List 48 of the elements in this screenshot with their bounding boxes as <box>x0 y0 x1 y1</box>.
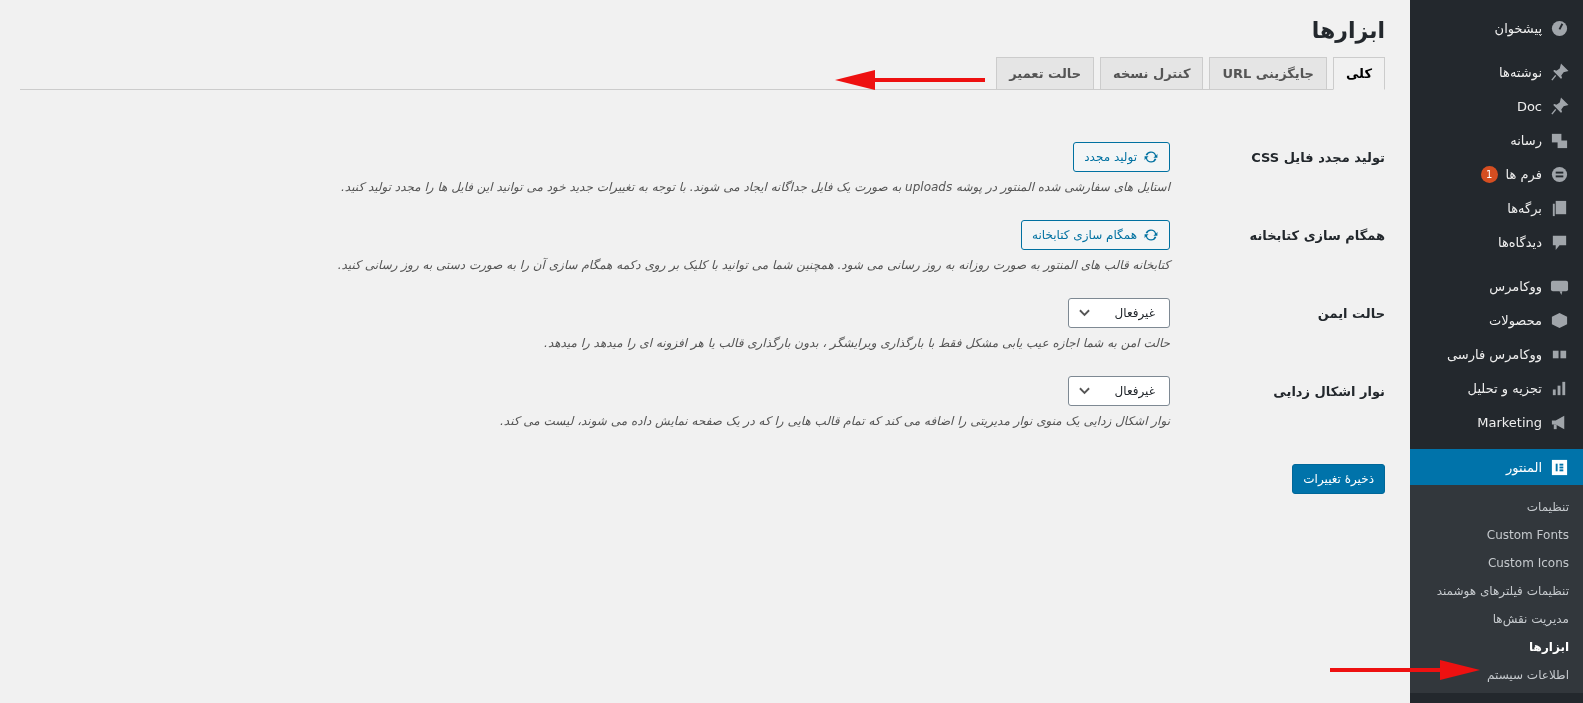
setting-description: نوار اشکال زدایی یک منوی نوار مدیریتی را اضافه می کند که تمام قالب هایی را که در یک صفحه نمایش داده می شوند، لیست می کند. <box>499 414 1170 428</box>
submenu-item[interactable]: ابزارها <box>1410 633 1583 661</box>
sidebar-menu-item[interactable]: رسانه <box>1410 123 1583 157</box>
tab[interactable]: حالت تعمیر <box>996 57 1094 90</box>
setting-label: نوار اشکال زدایی <box>1272 383 1385 401</box>
setting-label: تولید مجدد فایل CSS <box>1250 149 1385 167</box>
chevron-down-icon <box>1079 309 1090 317</box>
sidebar-menu-item[interactable]: Doc <box>1410 89 1583 123</box>
sidebar-menu-item[interactable]: نوشته‌ها <box>1410 55 1583 89</box>
sync-icon <box>1143 149 1159 165</box>
select-dropdown[interactable]: غیرفعال <box>1068 298 1170 328</box>
chevron-down-icon <box>1079 387 1090 395</box>
sidebar-menu-item[interactable]: ووکامرس <box>1410 269 1583 303</box>
sidebar-menu-item[interactable]: دیدگاه‌ها <box>1410 225 1583 259</box>
tab[interactable]: کنترل نسخه <box>1100 57 1204 90</box>
tab[interactable]: کلی <box>1332 57 1385 90</box>
action-button[interactable]: تولید مجدد <box>1073 142 1170 172</box>
submenu-item[interactable]: اطلاعات سیستم <box>1410 661 1583 689</box>
sync-icon <box>1143 227 1159 243</box>
pages-icon <box>1550 198 1569 218</box>
submenu-item[interactable]: مدیریت نقش‌ها <box>1410 605 1583 633</box>
select-dropdown[interactable]: غیرفعال <box>1068 376 1170 406</box>
sidebar-menu-item[interactable]: Marketing <box>1410 405 1583 439</box>
box-icon <box>1550 310 1569 330</box>
form-icon <box>1550 164 1569 184</box>
setting-description: استایل های سفارشی شده المنتور در پوشه uploads به صورت یک فایل جداگانه ایجاد می شوند. با توجه به تغییرات جدید خود می توانید این فایل ها را مجدد تولید کنید. <box>340 180 1170 194</box>
setting-description: کتابخانه قالب های المنتور به صورت روزانه به روز رسانی می شود. همچنین شما می توانید با کلیک بر روی دکمه همگام سازی آن را به صورت دستی به روز رسانی کنید. <box>336 258 1170 272</box>
setting-label: همگام سازی کتابخانه <box>1248 227 1385 246</box>
sidebar-menu-item[interactable]: تجزیه و تحلیل <box>1410 371 1583 405</box>
save-button[interactable]: ذخیرهٔ تغییرات <box>1292 464 1385 494</box>
submenu-item[interactable]: تنظیمات <box>1410 493 1583 521</box>
notification-count: 1 <box>1480 165 1498 183</box>
elementor-icon <box>1550 457 1569 477</box>
submenu-item[interactable]: Custom Fonts <box>1410 521 1583 549</box>
sidebar-menu-item[interactable]: محصولات <box>1410 303 1583 337</box>
gauge-icon <box>1550 18 1569 38</box>
tab[interactable]: جایگزینی URL <box>1209 57 1327 90</box>
setting-label: حالت ایمن <box>1316 305 1385 323</box>
sidebar-menu-item[interactable]: پیشخوان <box>1410 11 1583 45</box>
sidebar-menu-item[interactable]: ووکامرس فارسی <box>1410 337 1583 371</box>
submenu-item[interactable]: Custom Icons <box>1410 549 1583 577</box>
setting-description: حالت امن به شما اجازه عیب یابی مشکل فقط با بارگذاری ویرایشگر ، بدون بارگذاری قالب یا هر افزونه ای را میدهد را میدهد. <box>543 336 1170 350</box>
action-button[interactable]: همگام سازی کتابخانه <box>1021 220 1170 250</box>
pin-icon <box>1550 62 1569 82</box>
pin-icon <box>1550 96 1569 116</box>
page-title: ابزارها <box>1310 18 1385 43</box>
submenu-item[interactable]: تنظیمات فیلترهای هوشمند <box>1410 577 1583 605</box>
sidebar-menu-item[interactable]: برگه‌ها <box>1410 191 1583 225</box>
